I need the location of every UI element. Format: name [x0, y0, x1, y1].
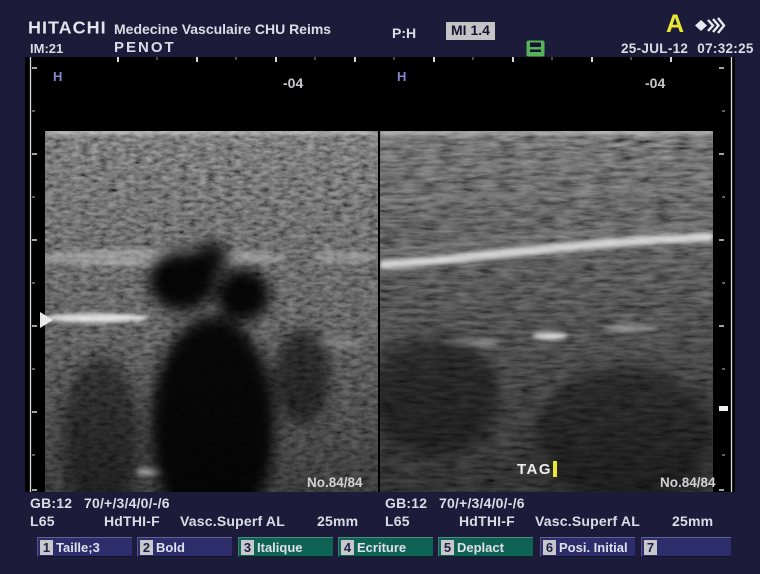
frame-counter-left: No.84/84	[307, 475, 363, 490]
datetime: 25-JUL-12 07:32:25	[621, 41, 754, 56]
depth-ruler-overlay	[25, 57, 735, 492]
ruler-minor-ticks-left	[32, 111, 35, 455]
softkey-posi-initial[interactable]: 6 Posi. Initial	[540, 537, 635, 557]
probe-name-right: L65	[385, 513, 410, 529]
softkey-number-badge: 4	[341, 540, 354, 555]
brand-logo: HITACHI	[28, 19, 107, 39]
annotation-text: TAG	[517, 461, 552, 478]
softkey-7[interactable]: 7	[641, 537, 731, 557]
annotation-text-entry[interactable]: TAG	[517, 461, 557, 479]
ruler-major-ticks-left	[32, 68, 37, 490]
probe-name-left: L65	[30, 513, 55, 529]
depth-value-left: 25mm	[317, 513, 358, 529]
softkey-number-badge: 5	[441, 540, 454, 555]
image-counter: IM:21	[30, 41, 63, 56]
ruler-major-ticks-right	[719, 68, 724, 490]
institution-name: Medecine Vasculaire CHU Reims	[114, 21, 331, 37]
image-display-area: H -04 H -04 No.84/84 No.84/84 TAG	[25, 57, 735, 492]
ruler-minor-ticks-right	[722, 111, 725, 455]
text-cursor	[553, 461, 557, 477]
softkey-number-badge: 2	[140, 540, 153, 555]
gain-value-right: GB:12	[385, 495, 427, 511]
softkey-number-badge: 6	[543, 540, 556, 555]
mi-badge: MI 1.4	[446, 22, 495, 40]
ruler-minor-ticks-top	[157, 57, 631, 60]
focus-arrow-marker	[40, 312, 53, 328]
focus-marker-right	[719, 406, 728, 411]
preset-name-right: Vasc.Superf AL	[535, 513, 640, 529]
settings-string-right: 70/+/3/4/0/-/6	[439, 495, 525, 511]
gain-value-left: GB:12	[30, 495, 72, 511]
probe-indicator: P:H	[392, 25, 416, 41]
softkey-deplact[interactable]: 5 Deplact	[438, 537, 533, 557]
softkey-italique[interactable]: 3 Italique	[238, 537, 333, 557]
settings-string-left: 70/+/3/4/0/-/6	[84, 495, 170, 511]
softkey-ecriture[interactable]: 4 Ecriture	[338, 537, 433, 557]
orientation-marker-left: H	[53, 69, 62, 84]
gain-label-right: -04	[645, 75, 665, 91]
imaging-mode-left: HdTHI-F	[104, 513, 160, 529]
annotation-mode-indicator: A	[666, 13, 684, 35]
frame-counter-right: No.84/84	[660, 475, 716, 490]
gain-label-left: -04	[283, 75, 303, 91]
speaker-icon	[693, 16, 727, 40]
softkey-number-badge: 3	[241, 540, 254, 555]
softkey-number-badge: 1	[40, 540, 53, 555]
depth-value-right: 25mm	[672, 513, 713, 529]
imaging-mode-right: HdTHI-F	[459, 513, 515, 529]
softkey-bold[interactable]: 2 Bold	[137, 537, 232, 557]
softkey-number-badge: 7	[644, 540, 657, 555]
preset-name-left: Vasc.Superf AL	[180, 513, 285, 529]
orientation-marker-right: H	[397, 69, 406, 84]
ultrasound-screen: HITACHI IM:21 Medecine Vasculaire CHU Re…	[0, 0, 760, 574]
softkey-taille[interactable]: 1 Taille;3	[37, 537, 132, 557]
patient-name: PENOT	[114, 39, 176, 56]
